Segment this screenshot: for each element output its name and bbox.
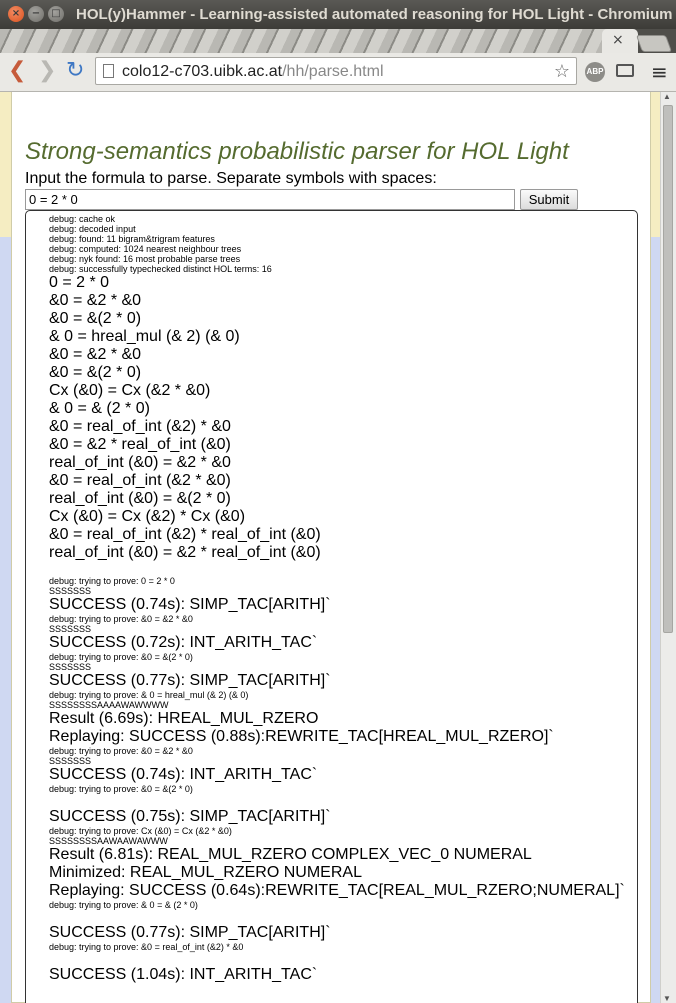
output-line: &0 = real_of_int (&2 * &0) <box>49 472 231 489</box>
debug-line: SSSSSSS <box>49 662 92 672</box>
output-line: Result (6.81s): REAL_MUL_RZERO COMPLEX_V… <box>49 846 532 863</box>
adblock-plus-icon[interactable]: ABP <box>585 62 605 82</box>
new-tab-button[interactable] <box>635 35 673 52</box>
output-line: &0 = &2 * &0 <box>49 346 142 363</box>
window-close-button[interactable]: × <box>8 6 24 22</box>
debug-line: debug: trying to prove: Cx (&0) = Cx (&2… <box>49 826 232 836</box>
url-text[interactable]: colo12-c703.uibk.ac.at/hh/parse.html <box>122 63 384 81</box>
instructions-text: Input the formula to parse. Separate sym… <box>25 170 437 187</box>
scroll-up-arrow-icon[interactable]: ▲ <box>663 92 671 101</box>
page-viewport: Strong-semantics probabilistic parser fo… <box>0 92 660 1003</box>
output-line: real_of_int (&0) = &2 * real_of_int (&0) <box>49 544 321 561</box>
output-line: 0 = 2 * 0 <box>49 274 110 291</box>
address-bar[interactable]: colo12-c703.uibk.ac.at/hh/parse.html ☆ <box>95 57 577 85</box>
cast-icon[interactable] <box>616 64 634 77</box>
tab-close-icon[interactable]: × <box>612 32 624 48</box>
output-line: SUCCESS (0.74s): INT_ARITH_TAC` <box>49 766 318 783</box>
debug-line: SSSSSSSSAAAAWAWWWW <box>49 700 169 710</box>
parse-output-log: debug: cache ok debug: decoded input debug… <box>49 214 634 984</box>
output-line: Replaying: SUCCESS (0.88s):REWRITE_TAC[H… <box>49 728 554 745</box>
debug-line: debug: nyk found: 16 most probable parse… <box>49 254 241 264</box>
output-line: SUCCESS (0.72s): INT_ARITH_TAC` <box>49 634 318 651</box>
output-line: Cx (&0) = Cx (&2 * &0) <box>49 382 211 399</box>
debug-line: debug: trying to prove: & 0 = & (2 * 0) <box>49 900 198 910</box>
output-line: Result (6.69s): HREAL_MUL_RZERO <box>49 710 319 727</box>
window-controls: × − □ <box>8 6 64 22</box>
forward-button[interactable]: ❯ <box>38 59 56 83</box>
debug-line: SSSSSSSSAAWAAWAWWW <box>49 836 168 846</box>
debug-line: SSSSSSS <box>49 756 92 766</box>
output-line: & 0 = hreal_mul (& 2) (& 0) <box>49 328 240 345</box>
debug-line: debug: found: 11 bigram&trigram features <box>49 234 215 244</box>
output-line: real_of_int (&0) = &2 * &0 <box>49 454 231 471</box>
debug-line: debug: trying to prove: &0 = &2 * &0 <box>49 746 193 756</box>
debug-line: debug: successfully typechecked distinct… <box>49 264 272 274</box>
output-line: SUCCESS (0.75s): SIMP_TAC[ARITH]` <box>49 808 331 825</box>
output-line: SUCCESS (1.04s): INT_ARITH_TAC` <box>49 966 318 983</box>
url-path: /hh/parse.html <box>282 63 384 80</box>
output-line: &0 = real_of_int (&2) * &0 <box>49 418 231 435</box>
scrollbar-thumb[interactable] <box>663 105 673 633</box>
bookmark-star-icon[interactable]: ☆ <box>554 61 570 82</box>
output-line: Replaying: SUCCESS (0.64s):REWRITE_TAC[R… <box>49 882 625 899</box>
tab-strip: × <box>0 29 676 53</box>
page-title: Strong-semantics probabilistic parser fo… <box>25 138 569 165</box>
output-line: &0 = &2 * real_of_int (&0) <box>49 436 231 453</box>
debug-line: debug: trying to prove: &0 = &(2 * 0) <box>49 652 193 662</box>
output-line: SUCCESS (0.77s): SIMP_TAC[ARITH]` <box>49 924 331 941</box>
output-line: &0 = real_of_int (&2) * real_of_int (&0) <box>49 526 321 543</box>
parse-output-box: debug: cache ok debug: decoded input debug… <box>25 210 638 1003</box>
debug-line: debug: computed: 1024 nearest neighbour … <box>49 244 242 254</box>
title-bar: × − □ HOL(y)Hammer - Learning-assisted a… <box>0 0 676 29</box>
output-line: & 0 = & (2 * 0) <box>49 400 150 417</box>
window-maximize-button[interactable]: □ <box>48 6 64 22</box>
output-line: SUCCESS (0.74s): SIMP_TAC[ARITH]` <box>49 596 331 613</box>
debug-line: debug: trying to prove: & 0 = hreal_mul … <box>49 690 249 700</box>
page-icon <box>103 64 114 78</box>
window-minimize-button[interactable]: − <box>28 6 44 22</box>
vertical-scrollbar[interactable]: ▲ ▼ <box>660 92 676 1003</box>
tab-list[interactable] <box>0 29 632 53</box>
debug-line: debug: trying to prove: &0 = &(2 * 0) <box>49 784 193 794</box>
output-line: SUCCESS (0.77s): SIMP_TAC[ARITH]` <box>49 672 331 689</box>
browser-toolbar: ❮ ❯ ↻ colo12-c703.uibk.ac.at/hh/parse.ht… <box>0 53 676 92</box>
debug-line: debug: trying to prove: &0 = real_of_int… <box>49 942 244 952</box>
output-line: Minimized: REAL_MUL_RZERO NUMERAL <box>49 864 362 881</box>
reload-button[interactable]: ↻ <box>66 59 84 83</box>
output-line: &0 = &(2 * 0) <box>49 310 142 327</box>
output-line: real_of_int (&0) = &(2 * 0) <box>49 490 231 507</box>
debug-line: SSSSSSS <box>49 586 92 596</box>
formula-input[interactable] <box>25 189 515 210</box>
scroll-down-arrow-icon[interactable]: ▼ <box>663 994 671 1003</box>
url-host: colo12-c703.uibk.ac.at <box>122 63 283 80</box>
back-button[interactable]: ❮ <box>8 59 26 83</box>
debug-line: debug: cache ok <box>49 214 116 224</box>
debug-line: debug: trying to prove: &0 = &2 * &0 <box>49 614 193 624</box>
output-line: &0 = &(2 * 0) <box>49 364 142 381</box>
window-title: HOL(y)Hammer - Learning-assisted automat… <box>76 6 673 23</box>
submit-button[interactable]: Submit <box>520 189 578 210</box>
debug-line: debug: decoded input <box>49 224 136 234</box>
output-line: &0 = &2 * &0 <box>49 292 142 309</box>
menu-icon[interactable]: ≡ <box>651 62 668 82</box>
page-content: Strong-semantics probabilistic parser fo… <box>11 92 651 1003</box>
output-line: Cx (&0) = Cx (&2) * Cx (&0) <box>49 508 246 525</box>
debug-line: debug: trying to prove: 0 = 2 * 0 <box>49 576 175 586</box>
debug-line: SSSSSSS <box>49 624 92 634</box>
